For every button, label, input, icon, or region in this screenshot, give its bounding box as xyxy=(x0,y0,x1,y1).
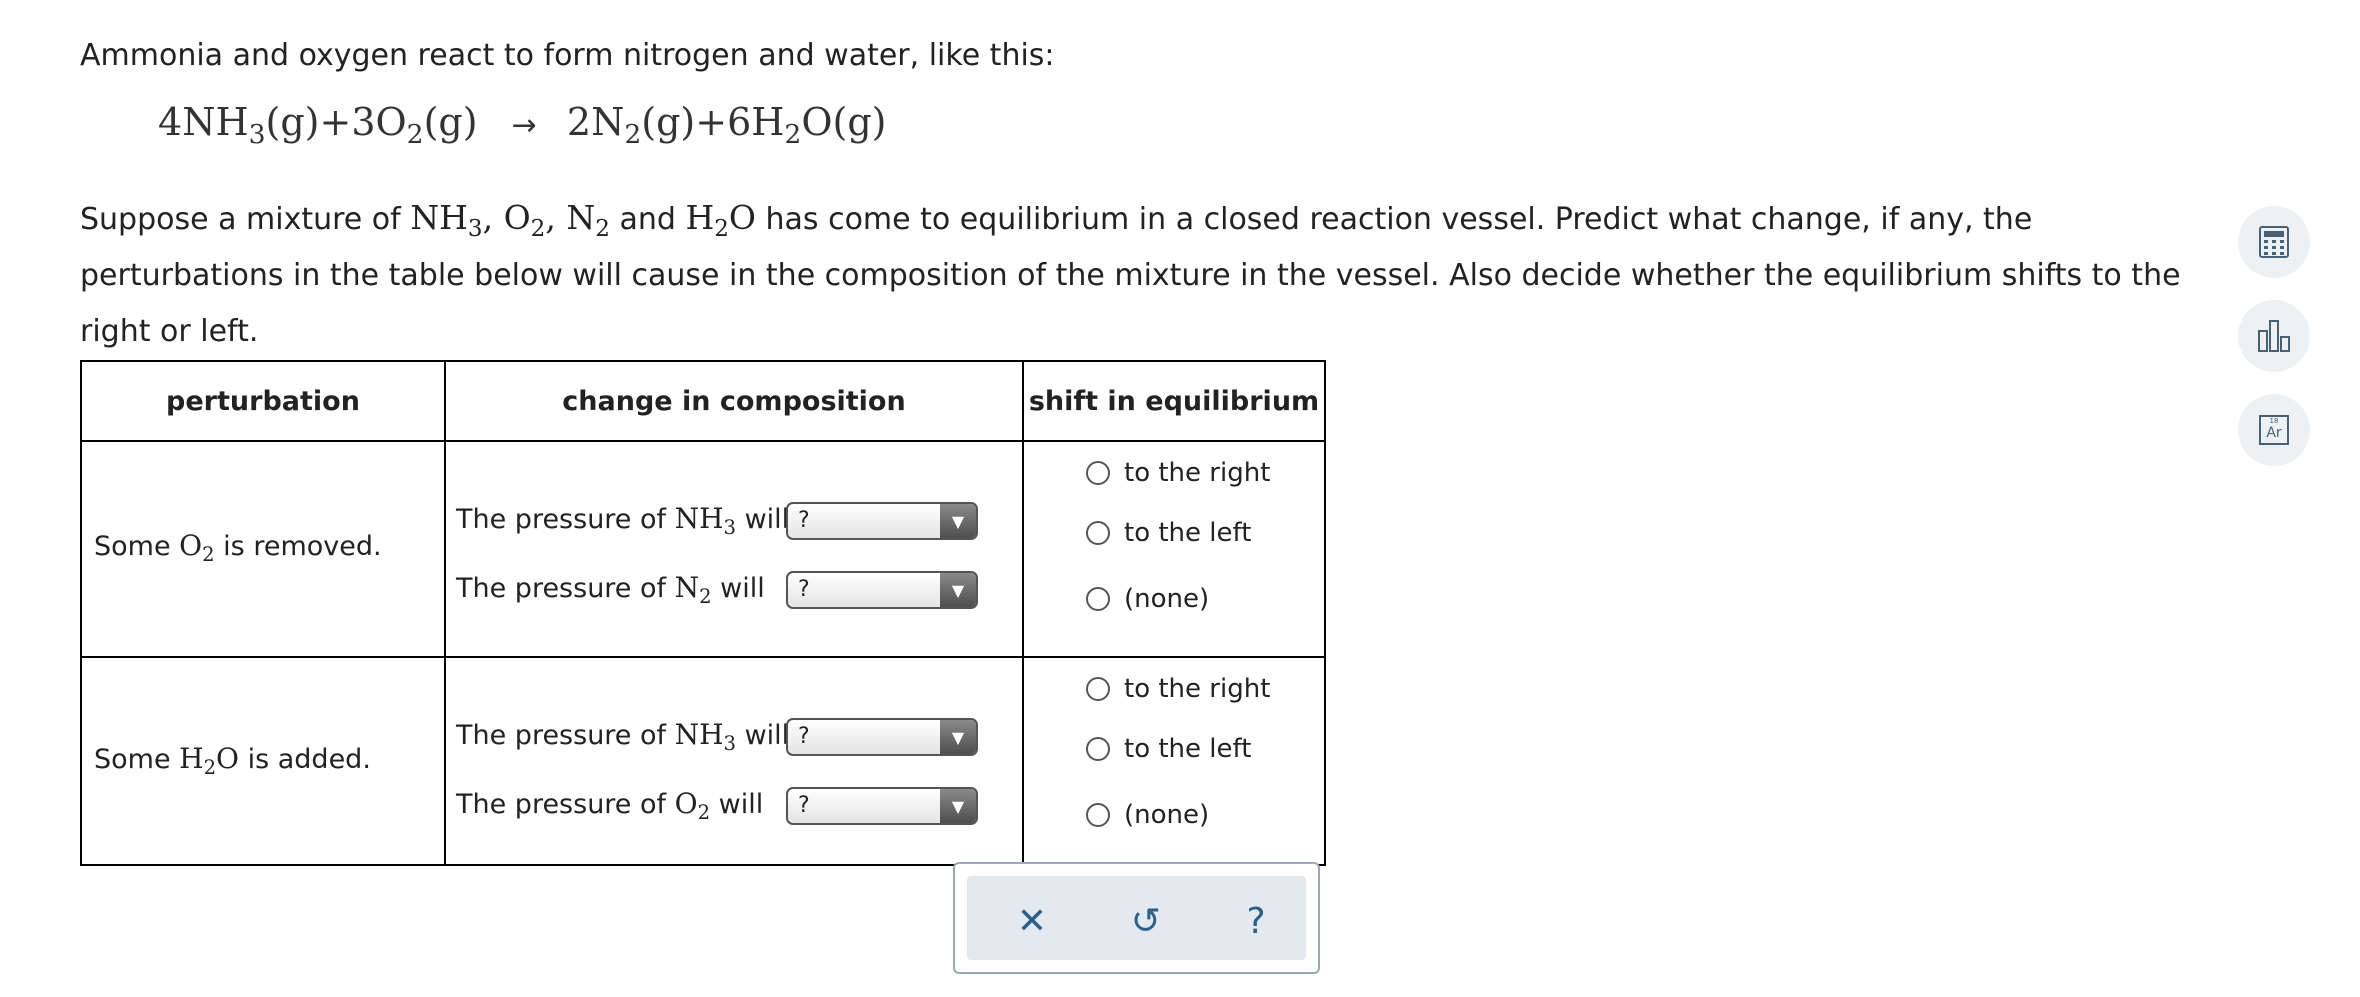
table-row: Some H2O is added. The pressure of NH3 w… xyxy=(80,656,1326,866)
answer-toolbar: ✕ ↺ ? xyxy=(953,862,1320,974)
radio-button[interactable] xyxy=(1086,521,1110,545)
table-row: Some O2 is removed. The pressure of NH3 … xyxy=(80,440,1326,658)
pressure-dropdown[interactable]: ? ▼ xyxy=(786,787,978,825)
intro-text: Ammonia and oxygen react to form nitroge… xyxy=(80,38,1055,73)
reactant-o2: 3O2(g) xyxy=(351,100,478,150)
change-label: The pressure of NH3 will xyxy=(456,718,790,755)
radio-to-left[interactable]: to the left xyxy=(1086,734,1251,764)
reaction-arrow: → xyxy=(511,108,537,143)
radio-button[interactable] xyxy=(1086,803,1110,827)
reaction-equation: 4NH3(g)+3O2(g) → 2N2(g)+6H2O(g) xyxy=(158,100,887,150)
radio-button[interactable] xyxy=(1086,461,1110,485)
pressure-dropdown[interactable]: ? ▼ xyxy=(786,502,978,540)
change-label: The pressure of N2 will xyxy=(456,571,765,608)
radio-button[interactable] xyxy=(1086,587,1110,611)
help-icon[interactable]: ? xyxy=(1231,896,1281,946)
perturbation-text: Some O2 is removed. xyxy=(94,529,382,566)
radio-none[interactable]: (none) xyxy=(1086,584,1209,614)
calculator-icon[interactable] xyxy=(2238,206,2310,278)
dropdown-arrow-icon: ▼ xyxy=(940,720,976,754)
product-n2: 2N2(g) xyxy=(566,100,696,150)
dropdown-arrow-icon: ▼ xyxy=(940,504,976,538)
perturbation-table: perturbation change in composition shift… xyxy=(80,360,1326,866)
pressure-dropdown[interactable]: ? ▼ xyxy=(786,571,978,609)
product-h2o: 6H2O(g) xyxy=(727,100,887,150)
dropdown-arrow-icon: ▼ xyxy=(940,573,976,607)
header-perturbation: perturbation xyxy=(80,360,446,442)
bar-chart-icon[interactable] xyxy=(2238,300,2310,372)
header-change: change in composition xyxy=(444,360,1024,442)
problem-description: Suppose a mixture of NH3, O2, N2 and H2O… xyxy=(80,198,2181,349)
change-label: The pressure of O2 will xyxy=(456,787,764,824)
dropdown-arrow-icon: ▼ xyxy=(940,789,976,823)
perturbation-text: Some H2O is added. xyxy=(94,742,371,779)
reactant-nh3: 4NH3(g) xyxy=(158,100,320,150)
close-icon[interactable]: ✕ xyxy=(1007,896,1057,946)
radio-to-right[interactable]: to the right xyxy=(1086,674,1270,704)
radio-button[interactable] xyxy=(1086,737,1110,761)
change-label: The pressure of NH3 will xyxy=(456,502,790,539)
periodic-table-icon[interactable]: 18 Ar xyxy=(2238,394,2310,466)
reset-icon[interactable]: ↺ xyxy=(1121,896,1171,946)
pressure-dropdown[interactable]: ? ▼ xyxy=(786,718,978,756)
radio-none[interactable]: (none) xyxy=(1086,800,1209,830)
species-list: NH3, O2, N2 xyxy=(410,198,610,242)
radio-to-right[interactable]: to the right xyxy=(1086,458,1270,488)
header-shift: shift in equilibrium xyxy=(1022,360,1326,442)
radio-to-left[interactable]: to the left xyxy=(1086,518,1251,548)
radio-button[interactable] xyxy=(1086,677,1110,701)
